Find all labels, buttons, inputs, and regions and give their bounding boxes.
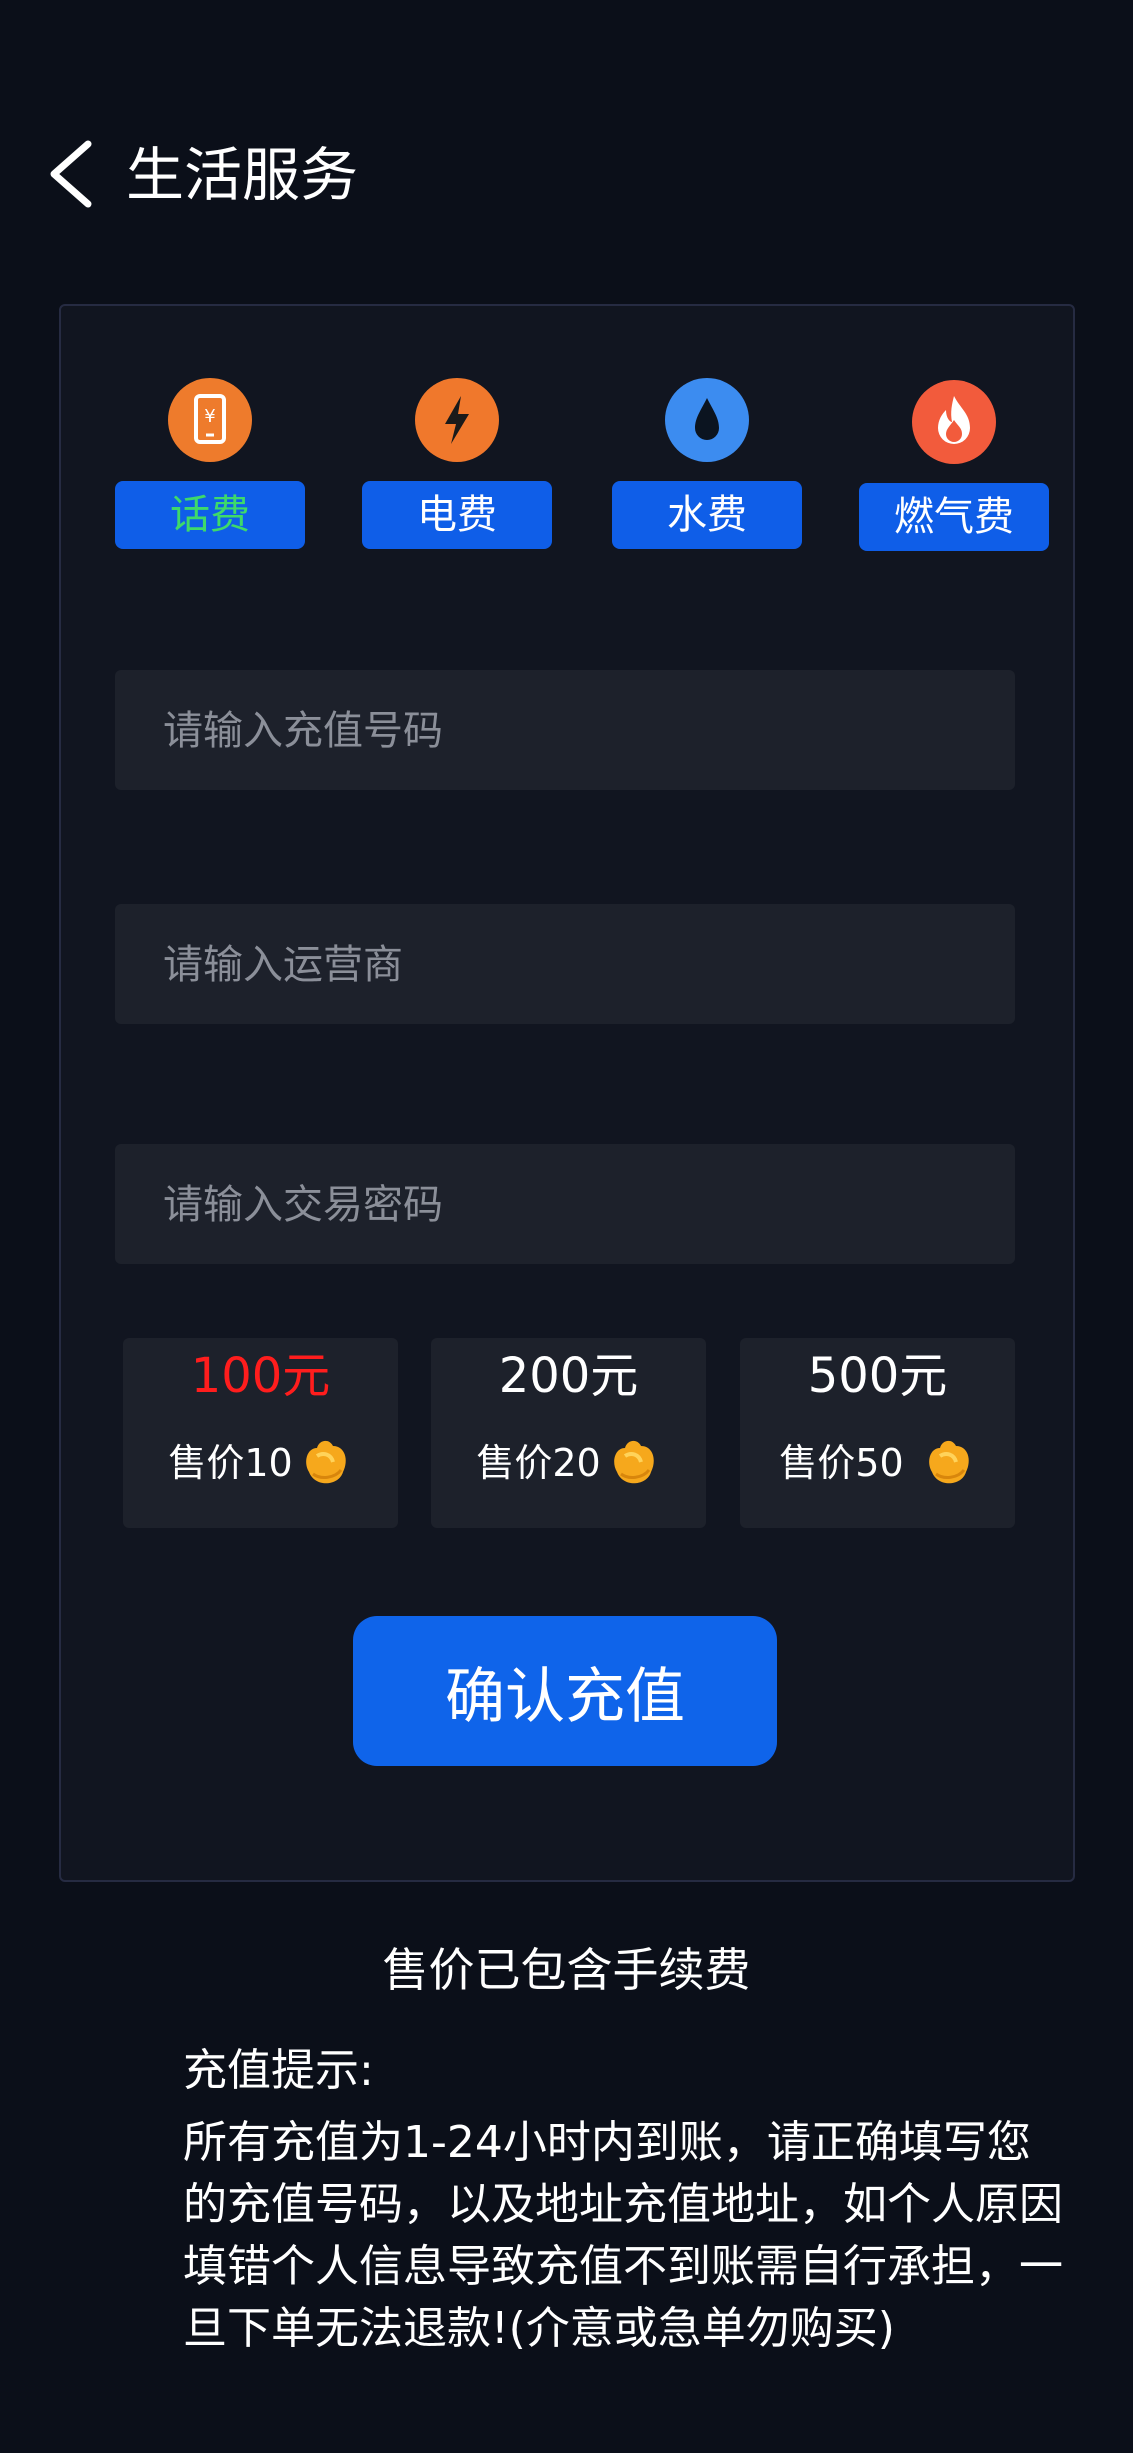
tips-body: 所有充值为1-24小时内到账，请正确填写您的充值号码，以及地址充值地址，如个人原… (183, 2117, 1063, 2354)
phone-yuan-icon: ¥ (168, 378, 252, 462)
amount-value: 200元 (498, 1348, 639, 1404)
amount-option-500[interactable]: 500元 售价50 (740, 1338, 1015, 1528)
gold-coin-icon (613, 1440, 654, 1484)
service-electricity[interactable]: 电费 (362, 306, 552, 549)
amount-value: 100元 (190, 1348, 331, 1404)
service-phone[interactable]: ¥ 话费 (115, 306, 305, 549)
svg-text:¥: ¥ (204, 406, 215, 427)
trade-password-field[interactable] (115, 1144, 1015, 1266)
operator-field[interactable] (115, 904, 1015, 1026)
tips-title: 充值提示: (183, 2045, 374, 2096)
service-label-electricity[interactable]: 电费 (362, 481, 552, 549)
gold-coin-icon (928, 1440, 969, 1484)
amount-value: 500元 (807, 1348, 948, 1404)
service-label-phone[interactable]: 话费 (115, 481, 305, 549)
flame-icon (912, 380, 996, 464)
trade-password-input[interactable] (161, 1144, 973, 1266)
amount-option-200[interactable]: 200元 售价20 (431, 1338, 706, 1528)
amount-option-100[interactable]: 100元 售价10 (123, 1338, 398, 1528)
lightning-icon (415, 378, 499, 462)
page-title: 生活服务 (126, 141, 359, 209)
amount-price: 售价50 (740, 1432, 1015, 1494)
service-label-gas[interactable]: 燃气费 (859, 483, 1049, 551)
service-gas[interactable]: 燃气费 (859, 308, 1049, 551)
phone-number-field[interactable] (115, 670, 1015, 792)
phone-number-input[interactable] (161, 670, 973, 792)
chevron-left-icon (50, 140, 92, 208)
fee-note: 售价已包含手续费 (382, 1943, 751, 1997)
gold-coin-icon (305, 1440, 346, 1484)
amount-price: 售价20 (431, 1432, 706, 1494)
confirm-recharge-button[interactable]: 确认充值 (353, 1616, 777, 1766)
amount-price-text: 售价50 (779, 1441, 904, 1485)
amount-price: 售价10 (123, 1432, 398, 1494)
top-bar: 生活服务 (0, 120, 1133, 230)
recharge-card: ¥ 话费 电费 水费 燃气费 请输入充值号码 请输入运营商 100元 售价10 … (59, 304, 1075, 1882)
recharge-tips: 充值提示: 所有充值为1-24小时内到账，请正确填写您的充值号码，以及地址充值地… (183, 2040, 1063, 2360)
service-label-water[interactable]: 水费 (612, 481, 802, 549)
operator-input[interactable] (161, 904, 973, 1026)
back-button[interactable] (40, 136, 110, 212)
water-drop-icon (665, 378, 749, 462)
service-water[interactable]: 水费 (612, 306, 802, 549)
amount-price-text: 售价10 (168, 1441, 293, 1485)
amount-price-text: 售价20 (476, 1441, 601, 1485)
